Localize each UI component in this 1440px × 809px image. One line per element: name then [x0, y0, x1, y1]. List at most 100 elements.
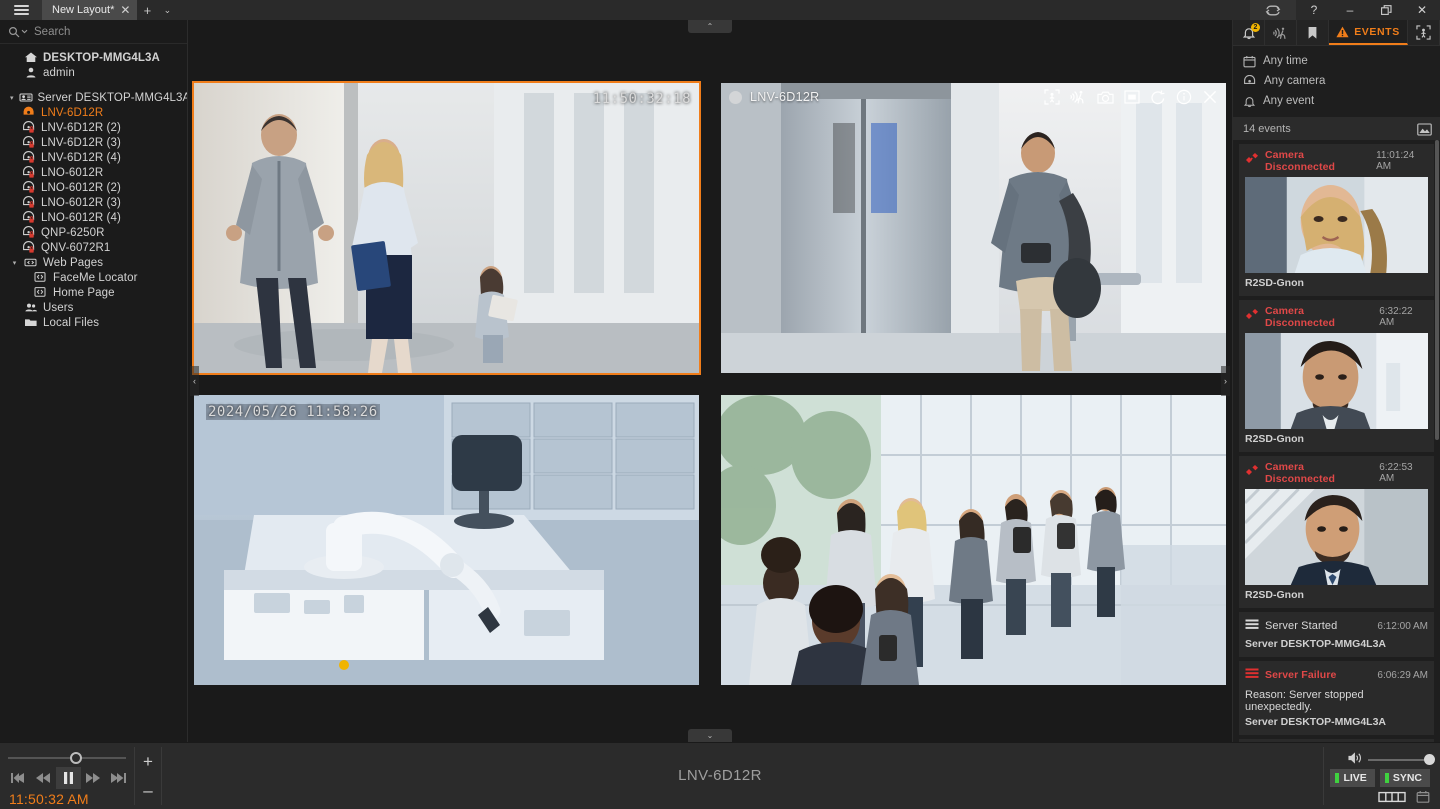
tree-item-admin[interactable]: ▾ admin [0, 65, 187, 80]
collapse-left-button[interactable]: ‹ [190, 366, 199, 396]
event-header: Server Failure 6:06:29 AM [1245, 666, 1428, 684]
sync-label: SYNC [1392, 772, 1422, 784]
disconnect-icon [1245, 464, 1259, 482]
server-icon [19, 91, 33, 104]
motion-detect-icon[interactable] [1070, 89, 1087, 105]
main-menu-button[interactable] [0, 0, 42, 20]
event-time: 6:06:29 AM [1377, 669, 1428, 681]
image-icon[interactable] [1417, 122, 1432, 136]
filter-camera[interactable]: Any camera [1233, 71, 1440, 91]
live-button[interactable]: LIVE [1330, 769, 1375, 787]
video-panel-title-2: LNV-6D12R [750, 90, 820, 104]
collapse-bottom-button[interactable]: ⌄ [688, 729, 732, 742]
speed-slider-track [8, 757, 126, 759]
event-time: 6:12:00 AM [1377, 620, 1428, 632]
chevron-down-icon[interactable]: ⌄ [157, 0, 177, 20]
zoom-out-button[interactable]: – [143, 782, 152, 799]
tab-motion[interactable] [1265, 20, 1297, 45]
speed-slider[interactable] [8, 751, 126, 765]
add-tab-button[interactable]: + [137, 0, 157, 20]
calendar-icon[interactable] [1416, 790, 1430, 803]
tree-item-server-label: Server DESKTOP-MMG4L3A [37, 91, 188, 104]
snapshot-icon[interactable] [1097, 90, 1114, 105]
events-scrollbar[interactable] [1435, 140, 1439, 440]
video-cell-1[interactable]: 11:50:32:18 [192, 81, 701, 375]
tree-item-home-page[interactable]: Home Page [0, 285, 187, 300]
volume-slider-knob[interactable] [1424, 754, 1435, 765]
sidebar-camera-qnv-6072r1[interactable]: QNV-6072R1 [0, 240, 187, 255]
calendar-icon [1243, 55, 1256, 67]
loop-icon[interactable] [1250, 0, 1296, 20]
live-sync-controls: LIVE SYNC [1330, 769, 1430, 787]
tab-notifications[interactable]: 2 [1233, 20, 1265, 45]
sidebar-camera-lno-6012r-3[interactable]: LNO-6012R (3) [0, 195, 187, 210]
collapse-top-button[interactable]: ⌃ [688, 20, 732, 33]
video-cell-2[interactable]: LNV-6D12R [721, 83, 1226, 373]
chevron-down-icon[interactable]: ▾ [10, 94, 14, 102]
event-item-4[interactable]: Server Started 6:12:00 AM Server DESKTOP… [1239, 612, 1434, 657]
tree-item-faceme-locator[interactable]: FaceMe Locator [0, 270, 187, 285]
tab-objects[interactable] [1408, 20, 1440, 45]
tree-item-local-files-label: Local Files [43, 316, 100, 329]
tree-item-webpages[interactable]: ▾ Web Pages [0, 255, 187, 270]
chevron-down-icon[interactable]: ▾ [10, 259, 19, 267]
filter-event[interactable]: Any event [1233, 91, 1440, 111]
layout-tab[interactable]: New Layout* ✕ [42, 0, 138, 20]
sidebar-camera-lnv-6d12r-3[interactable]: LNV-6D12R (3) [0, 135, 187, 150]
event-item-2[interactable]: Camera Disconnected 6:32:22 AM R2SD-Gnon [1239, 300, 1434, 452]
app-window: New Layout* ✕ + ⌄ ? – ✕ Search DESKTOP-M… [0, 0, 1440, 809]
rotate-icon[interactable] [1150, 90, 1166, 105]
volume-icon[interactable] [1348, 751, 1362, 769]
collapse-right-button[interactable]: › [1221, 366, 1230, 396]
search-icon[interactable] [8, 26, 28, 38]
restore-icon[interactable] [1368, 0, 1404, 20]
event-thumbnail[interactable] [1245, 333, 1428, 429]
video-panel-tools [1044, 89, 1218, 105]
tree-item-system[interactable]: ▾ DESKTOP-MMG4L3A [0, 50, 187, 65]
resource-tree: ▾ DESKTOP-MMG4L3A ▾ admin ▾ [0, 44, 187, 330]
info-icon[interactable] [1176, 89, 1192, 105]
video-cell-4[interactable] [721, 395, 1226, 685]
sidebar-camera-qnp-6250r[interactable]: QNP-6250R [0, 225, 187, 240]
close-icon[interactable] [1202, 89, 1218, 105]
speed-slider-knob[interactable] [70, 752, 82, 764]
sync-button[interactable]: SYNC [1379, 769, 1430, 787]
events-list[interactable]: Camera Disconnected 11:01:24 AM R2SD-Gno… [1233, 140, 1440, 770]
tree-item-users[interactable]: ▾ Users [0, 300, 187, 315]
filter-time[interactable]: Any time [1233, 51, 1440, 71]
close-icon[interactable]: ✕ [120, 4, 130, 16]
event-item-3[interactable]: Camera Disconnected 6:22:53 AM R2SD-Gnon [1239, 456, 1434, 608]
tree-item-admin-label: admin [43, 66, 75, 79]
sidebar-camera-lno-6012r-4[interactable]: LNO-6012R (4) [0, 210, 187, 225]
event-thumbnail[interactable] [1245, 177, 1428, 273]
tree-item-system-label: DESKTOP-MMG4L3A [43, 51, 160, 64]
camera-locked-icon [22, 196, 36, 209]
tab-bookmarks[interactable] [1297, 20, 1329, 45]
sidebar-camera-label: LNV-6D12R [41, 106, 104, 119]
event-header: Camera Disconnected 6:32:22 AM [1245, 305, 1428, 329]
sidebar-camera-lnv-6d12r-2[interactable]: LNV-6D12R (2) [0, 120, 187, 135]
tree-item-server[interactable]: ▾ Server DESKTOP-MMG4L3A [0, 90, 187, 105]
person-detect-icon[interactable] [1044, 89, 1060, 105]
pip-icon[interactable] [1124, 90, 1140, 104]
minimize-button[interactable]: – [1332, 0, 1368, 20]
close-window-button[interactable]: ✕ [1404, 0, 1440, 20]
sidebar-camera-lnv-6d12r-4[interactable]: LNV-6D12R (4) [0, 150, 187, 165]
tree-item-local-files[interactable]: ▾ Local Files [0, 315, 187, 330]
active-camera-name: LNV-6D12R [678, 767, 762, 784]
event-thumbnail[interactable] [1245, 489, 1428, 585]
camera-locked-icon [22, 136, 36, 149]
event-item-1[interactable]: Camera Disconnected 11:01:24 AM R2SD-Gno… [1239, 144, 1434, 296]
help-button[interactable]: ? [1296, 0, 1332, 20]
sidebar-camera-lno-6012r[interactable]: LNO-6012R [0, 165, 187, 180]
video-cell-3[interactable]: 2024/05/26 11:58:26 [194, 395, 699, 685]
sidebar-camera-lno-6012r-2[interactable]: LNO-6012R (2) [0, 180, 187, 195]
tab-events[interactable]: EVENTS [1329, 20, 1408, 45]
volume-slider-track[interactable] [1368, 754, 1435, 765]
events-count-label: 14 events [1243, 123, 1291, 135]
tab-events-label: EVENTS [1354, 25, 1400, 38]
event-item-5[interactable]: Server Failure 6:06:29 AM Reason: Server… [1239, 661, 1434, 735]
search-input[interactable] [34, 25, 187, 38]
timeline-icon[interactable] [1378, 791, 1406, 803]
sidebar-camera-lnv-6d12r[interactable]: LNV-6D12R [0, 105, 187, 120]
